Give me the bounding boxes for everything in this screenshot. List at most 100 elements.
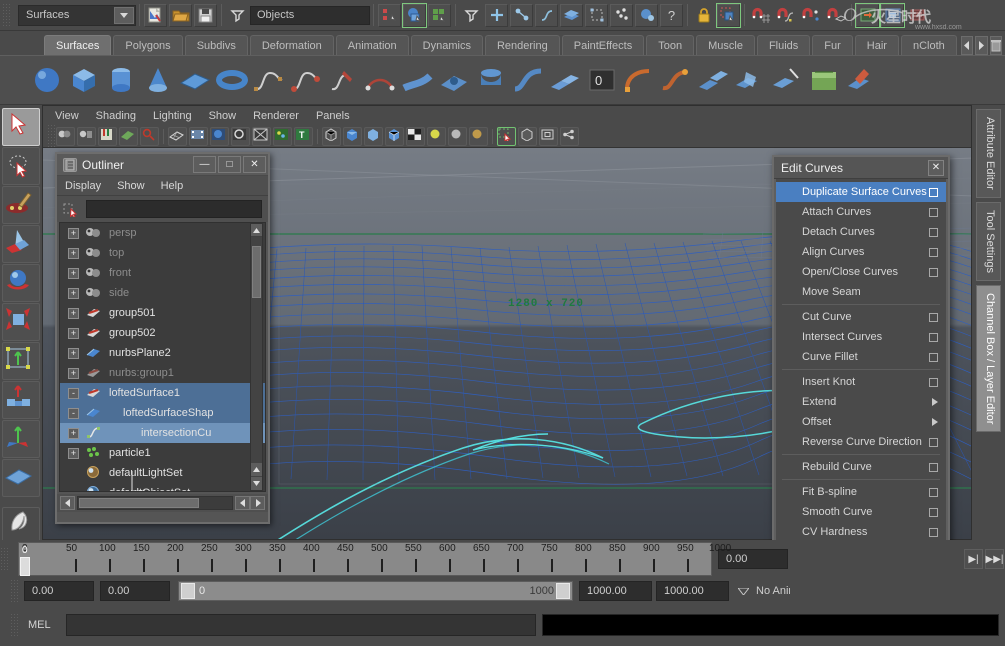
scroll-down-icon[interactable] [251, 477, 262, 490]
expander-icon[interactable]: + [68, 448, 79, 459]
exposure-icon[interactable] [560, 127, 579, 146]
range-start-field[interactable]: 0.00 [24, 581, 94, 601]
option-box-icon[interactable] [929, 248, 938, 257]
bookmark-icon[interactable] [98, 127, 117, 146]
isolate-select-icon[interactable] [497, 127, 516, 146]
range-end-handle[interactable] [556, 583, 570, 599]
edit-curves-title-bar[interactable]: Edit Curves ✕ [774, 157, 948, 179]
option-box-icon[interactable] [929, 508, 938, 517]
text-overlay-icon[interactable]: T [294, 127, 313, 146]
menu-set-selector[interactable]: Surfaces [18, 5, 136, 26]
expander-icon[interactable]: - [68, 388, 79, 399]
last-tool-used[interactable] [2, 459, 40, 497]
minimize-button[interactable]: — [193, 156, 216, 173]
shelf-tab-fluids[interactable]: Fluids [757, 35, 810, 55]
option-box-icon[interactable] [929, 378, 938, 387]
list-item[interactable]: + intersectionCu [60, 423, 265, 443]
menu-item-open-close-curves[interactable]: Open/Close Curves [776, 262, 946, 282]
outliner-hscrollbar[interactable] [77, 496, 233, 510]
go-to-end-icon[interactable]: ▶| [964, 549, 983, 569]
tab-attribute-editor[interactable]: Attribute Editor [976, 109, 1001, 198]
list-item[interactable]: + front [60, 263, 265, 283]
shelf-tab-hair[interactable]: Hair [855, 35, 899, 55]
trash-icon[interactable] [990, 36, 1002, 55]
chevron-down-icon[interactable] [734, 588, 752, 595]
tab-tool-settings[interactable]: Tool Settings [976, 202, 1001, 281]
viewport-menu-view[interactable]: View [55, 110, 79, 122]
shelf-tab-deformation[interactable]: Deformation [250, 35, 334, 55]
outliner-filter-icon[interactable] [63, 202, 80, 217]
menu-item-duplicate-surface-curves[interactable]: Duplicate Surface Curves [776, 182, 946, 202]
viewport-menu-renderer[interactable]: Renderer [253, 110, 299, 122]
viewport-menu-shading[interactable]: Shading [96, 110, 136, 122]
hierarchy-mode-icon[interactable] [378, 4, 401, 27]
shelf-tab-muscle[interactable]: Muscle [696, 35, 755, 55]
mask-curves-icon[interactable] [535, 4, 558, 27]
range-bar[interactable]: 0 1000 [178, 581, 573, 601]
xray-icon[interactable] [518, 127, 537, 146]
list-item[interactable]: + side [60, 283, 265, 303]
scale-tool[interactable] [2, 303, 40, 341]
outliner-vscrollbar[interactable] [250, 223, 263, 491]
time-slider-grip[interactable] [0, 547, 8, 571]
select-tool[interactable] [2, 108, 40, 146]
expander-icon[interactable]: + [68, 228, 79, 239]
expander-icon[interactable]: + [68, 348, 79, 359]
scroll-up-2-icon[interactable] [251, 463, 262, 476]
option-box-icon[interactable] [929, 333, 938, 342]
outliner-search-input[interactable] [86, 200, 262, 218]
list-item[interactable]: - loftedSurface1 [60, 383, 265, 403]
outliner-menu-display[interactable]: Display [65, 180, 101, 192]
snap-to-point-icon[interactable] [799, 4, 822, 27]
shelf-item-surface-editing-tool[interactable] [844, 63, 878, 97]
shelf-tab-painteffects[interactable]: PaintEffects [562, 35, 645, 55]
snap-to-curve-icon[interactable] [774, 4, 797, 27]
paint-select-tool[interactable] [2, 186, 40, 224]
shelf-item-revolve-tool[interactable] [474, 63, 508, 97]
scroll-up-icon[interactable] [251, 224, 262, 237]
shelf-tab-subdivs[interactable]: Subdivs [185, 35, 248, 55]
shelf-item-boundary-tool[interactable]: 0 [585, 63, 619, 97]
menu-item-curve-fillet[interactable]: Curve Fillet [776, 347, 946, 367]
highlight-selection-icon[interactable] [717, 4, 740, 27]
step-forward-icon[interactable]: ▶▶| [985, 549, 1004, 569]
shelf-tab-animation[interactable]: Animation [336, 35, 409, 55]
list-item[interactable]: + particle1 [60, 443, 265, 463]
mask-rendering-icon[interactable] [635, 4, 658, 27]
mask-surfaces-icon[interactable] [560, 4, 583, 27]
menu-item-smooth-curve[interactable]: Smooth Curve [776, 502, 946, 522]
expander-icon[interactable]: + [68, 268, 79, 279]
select-camera-icon[interactable] [56, 127, 75, 146]
shelf-item-intersect-tool[interactable] [733, 63, 767, 97]
range-slider-grip[interactable] [10, 579, 18, 603]
smooth-shade-all-icon[interactable] [343, 127, 362, 146]
viewport-menu-show[interactable]: Show [209, 110, 237, 122]
viewport-menu-panels[interactable]: Panels [316, 110, 350, 122]
mask-dropdown-icon[interactable] [460, 4, 483, 27]
menu-item-cut-curve[interactable]: Cut Curve [776, 307, 946, 327]
lasso-select-tool[interactable] [2, 147, 40, 185]
tab-channel-box[interactable]: Channel Box / Layer Editor [976, 285, 1001, 432]
mask-misc-icon[interactable]: ? [660, 4, 683, 27]
option-box-icon[interactable] [929, 528, 938, 537]
film-gate-icon[interactable] [189, 127, 208, 146]
chevron-right-icon[interactable] [975, 36, 987, 55]
list-item[interactable]: + nurbs:group1 [60, 363, 265, 383]
safe-title-icon[interactable] [273, 127, 292, 146]
new-scene-icon[interactable] [144, 4, 167, 27]
list-item[interactable]: + top [60, 243, 265, 263]
mask-handles-icon[interactable] [485, 4, 508, 27]
shelf-item-loft-tool[interactable] [400, 63, 434, 97]
menu-item-attach-curves[interactable]: Attach Curves [776, 202, 946, 222]
menu-item-detach-curves[interactable]: Detach Curves [776, 222, 946, 242]
shelf-item-cone-tool[interactable] [141, 63, 175, 97]
expander-icon[interactable]: - [68, 408, 79, 419]
outliner-menu-help[interactable]: Help [161, 180, 184, 192]
anim-start-field[interactable]: 1000.00 [579, 581, 652, 601]
component-mode-icon[interactable] [428, 4, 451, 27]
expander-icon[interactable]: + [68, 308, 79, 319]
menu-item-extend[interactable]: Extend [776, 392, 946, 412]
shelf-tab-fur[interactable]: Fur [812, 35, 853, 55]
shelf-item-pencil-curve-tool[interactable] [326, 63, 360, 97]
list-item[interactable]: + group501 [60, 303, 265, 323]
